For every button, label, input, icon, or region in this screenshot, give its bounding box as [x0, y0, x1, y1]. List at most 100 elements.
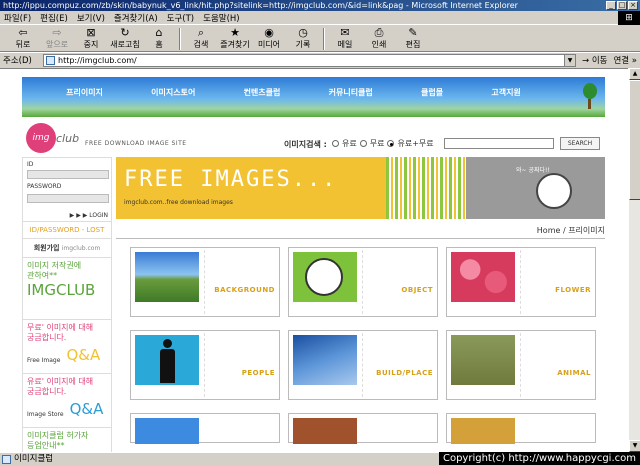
window-title-bar: http://ippu.compuz.com/zb/skin/babynuk_v…	[0, 0, 640, 11]
back-arrow-icon: ⇦	[18, 26, 28, 39]
login-box: ID PASSWORD ▶ ▶ ▶ LOGIN	[22, 157, 112, 222]
join-link[interactable]: 회원가입 imgclub.com	[22, 239, 112, 258]
printer-icon: ⎙	[374, 26, 384, 39]
nav-image-store[interactable]: 이미지스토어	[151, 87, 195, 98]
home-button[interactable]: ⌂ 홈	[142, 27, 176, 50]
left-sidebar: ID PASSWORD ▶ ▶ ▶ LOGIN ID/PASSWORD - LO…	[22, 157, 112, 452]
id-input[interactable]	[27, 170, 109, 179]
menu-file[interactable]: 파일(F)	[4, 12, 31, 24]
scroll-up-arrow-icon[interactable]: ▲	[629, 68, 640, 80]
edit-button[interactable]: ✎ 편집	[396, 27, 430, 50]
menu-favorites[interactable]: 즐겨찾기(A)	[114, 12, 158, 24]
history-button[interactable]: ◷ 기록	[286, 27, 320, 50]
web-page-viewport: 프리이미지 이미지스토어 컨텐츠클럽 커뮤니티클럽 클럽몰 고객지원 img c…	[0, 68, 628, 452]
free-image-qa-box[interactable]: 무료' 이미지에 대해 궁금합니다. Free Image Q&A	[22, 320, 112, 374]
menu-tools[interactable]: 도구(T)	[167, 12, 194, 24]
vertical-scrollbar[interactable]: ▲ ▼	[628, 68, 640, 452]
clock-icon	[305, 258, 343, 296]
refresh-button[interactable]: ↻ 새로고침	[108, 27, 142, 50]
building-thumbnail	[293, 335, 357, 385]
window-controls: _ □ ×	[606, 1, 638, 10]
mail-button[interactable]: ✉ 메일	[328, 27, 362, 50]
nav-club-mall[interactable]: 클럽몰	[421, 87, 443, 98]
radio-free-label: 무료	[369, 139, 385, 148]
password-input[interactable]	[27, 194, 109, 203]
id-label: ID	[27, 161, 34, 168]
favorites-button[interactable]: ★ 즐겨찾기	[218, 27, 252, 50]
banner-stripes	[386, 157, 466, 219]
minimize-button[interactable]: _	[606, 1, 616, 10]
menu-view[interactable]: 보기(V)	[77, 12, 105, 24]
close-button[interactable]: ×	[628, 1, 638, 10]
mascot-cow-icon	[536, 173, 572, 209]
copyright-overlay: Copyright(c) http://www.happycgi.com	[438, 452, 640, 465]
toolbar: ⇦ 뒤로 ⇨ 앞으로 ⊠ 중지 ↻ 새로고침 ⌂ 홈 ⌕ 검색 ★ 즐겨찾기 ◉ 미디어 ◷ 기록…	[0, 26, 640, 52]
banner-subtitle: imgclub.com..free download images	[124, 199, 233, 206]
menu-edit[interactable]: 편집(E)	[40, 12, 68, 24]
category-label: PEOPLE	[241, 369, 275, 377]
toolbar-separator	[323, 27, 325, 50]
background-thumbnail	[135, 252, 199, 302]
star-icon: ★	[230, 26, 240, 39]
category-card-partial[interactable]	[446, 413, 596, 444]
category-card-people[interactable]: PEOPLE	[130, 330, 280, 400]
category-card-flower[interactable]: FLOWER	[446, 247, 596, 317]
password-label: PASSWORD	[27, 183, 62, 190]
category-label: FLOWER	[555, 286, 591, 294]
nav-community-club[interactable]: 커뮤니티클럽	[329, 87, 373, 98]
category-card-build-place[interactable]: BUILD/PLACE	[288, 330, 438, 400]
page-status-icon	[2, 455, 11, 464]
radio-paid[interactable]	[332, 140, 339, 147]
scroll-thumb[interactable]	[629, 80, 640, 200]
mail-icon: ✉	[340, 26, 350, 39]
category-card-partial[interactable]	[130, 413, 280, 444]
image-search-button[interactable]: SEARCH	[560, 137, 600, 150]
links-button[interactable]: 연결 »	[613, 54, 637, 66]
stop-button[interactable]: ⊠ 중지	[74, 27, 108, 50]
category-label: OBJECT	[401, 286, 433, 294]
category-card-background[interactable]: BACKGROUND	[130, 247, 280, 317]
address-bar: 주소(D) http://imgclub.com/ ▼ → 이동 연결 »	[0, 52, 640, 67]
site-logo-circle[interactable]: img	[26, 123, 56, 153]
radio-paid-free[interactable]	[387, 140, 395, 147]
category-card-partial[interactable]	[288, 413, 438, 444]
forward-arrow-icon: ⇨	[52, 26, 62, 39]
print-button[interactable]: ⎙ 인쇄	[362, 27, 396, 50]
copyright-info-box[interactable]: 이미지 저작권에 관하여** IMGCLUB	[22, 258, 112, 320]
radio-free[interactable]	[359, 140, 367, 147]
lost-password-link[interactable]: ID/PASSWORD - LOST	[22, 222, 112, 239]
back-button[interactable]: ⇦ 뒤로	[6, 27, 40, 50]
search-button[interactable]: ⌕ 검색	[184, 27, 218, 50]
go-button[interactable]: → 이동	[582, 54, 607, 66]
banner-title: FREE IMAGES...	[124, 167, 338, 192]
category-grid: BACKGROUND OBJECT FLOWER PEOPLE BUILD/PL…	[130, 247, 596, 444]
maximize-button[interactable]: □	[617, 1, 627, 10]
site-nav-bar: 프리이미지 이미지스토어 컨텐츠클럽 커뮤니티클럽 클럽몰 고객지원	[22, 77, 605, 117]
animal-thumbnail	[451, 335, 515, 385]
image-store-qa-box[interactable]: 유료' 이미지에 대해 궁금합니다. Image Store Q&A	[22, 374, 112, 428]
nav-support[interactable]: 고객지원	[491, 87, 520, 98]
forward-button[interactable]: ⇨ 앞으로	[40, 27, 74, 50]
image-search-label: 이미지검색 :	[284, 140, 327, 149]
login-button[interactable]: ▶ ▶ ▶ LOGIN	[70, 212, 108, 219]
mascot-speech: 와~ 공짜다!!	[516, 167, 550, 174]
menu-bar: 파일(F) 편집(E) 보기(V) 즐겨찾기(A) 도구(T) 도움말(H)	[0, 11, 640, 25]
people-thumbnail	[135, 335, 199, 385]
category-card-object[interactable]: OBJECT	[288, 247, 438, 317]
media-button[interactable]: ◉ 미디어	[252, 27, 286, 50]
image-search-input[interactable]	[444, 138, 554, 149]
scroll-down-arrow-icon[interactable]: ▼	[629, 440, 640, 452]
home-icon: ⌂	[155, 26, 163, 39]
page-icon	[46, 55, 55, 65]
breadcrumb: Home / 프리이미지	[116, 225, 605, 239]
menu-help[interactable]: 도움말(H)	[203, 12, 239, 24]
site-tagline: FREE DOWNLOAD IMAGE SITE	[85, 140, 187, 147]
refresh-icon: ↻	[120, 26, 130, 39]
nav-contents-club[interactable]: 컨텐츠클럽	[244, 87, 281, 98]
site-logo-text[interactable]: club	[56, 132, 79, 145]
category-card-animal[interactable]: ANIMAL	[446, 330, 596, 400]
membership-info-box[interactable]: 이미지클럽 허가자 등업안내**	[22, 428, 112, 452]
address-input[interactable]: http://imgclub.com/ ▼	[43, 53, 576, 67]
address-dropdown-icon[interactable]: ▼	[564, 54, 575, 66]
nav-free-image[interactable]: 프리이미지	[66, 87, 103, 98]
